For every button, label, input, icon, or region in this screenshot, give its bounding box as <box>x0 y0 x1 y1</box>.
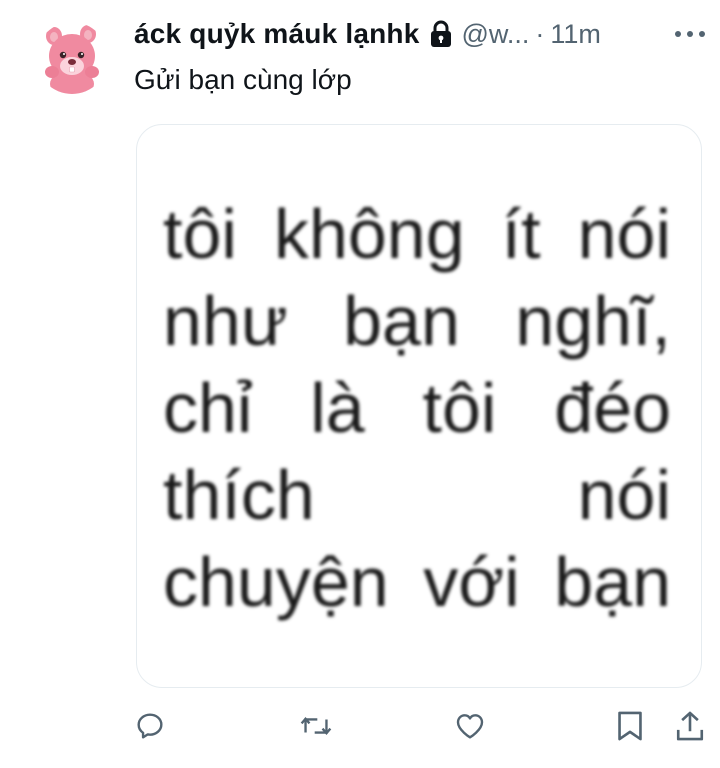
media-text-word: bạn <box>343 282 460 360</box>
media-text-word: nói <box>577 456 671 534</box>
media-text-line: như bạn nghĩ, <box>163 278 671 365</box>
action-bar <box>0 706 720 754</box>
media-text-word: ít <box>501 195 541 273</box>
media-text-word: đéo <box>554 369 671 447</box>
media-text-line: thích nói <box>163 452 671 539</box>
reply-icon <box>137 713 163 739</box>
display-name[interactable]: áck quỷk máuk lạnhk <box>134 18 419 50</box>
media-text-word: chuyện <box>163 543 389 621</box>
media-text-word: là <box>310 369 365 447</box>
pink-beaver-avatar-icon <box>36 22 108 94</box>
media-text-word: như <box>163 282 288 360</box>
media-text-word: nghĩ, <box>515 282 671 360</box>
reply-button[interactable] <box>130 706 170 746</box>
media-text-line: chuyện với bạn <box>163 539 671 626</box>
lock-icon <box>429 20 453 48</box>
media-text-word: thích <box>163 456 315 534</box>
bookmark-icon <box>618 711 642 741</box>
media-text-line: chỉ là tôi đéo <box>163 365 671 452</box>
separator-dot: · <box>535 18 545 49</box>
tweet-header: áck quỷk máuk lạnhk @w... · 11m <box>134 14 601 54</box>
timestamp[interactable]: 11m <box>550 19 601 50</box>
retweet-button[interactable] <box>296 706 336 746</box>
tweet[interactable]: áck quỷk máuk lạnhk @w... · 11m Gửi bạn … <box>0 0 720 768</box>
more-icon[interactable] <box>672 24 708 44</box>
media-text-word: nói <box>577 195 671 273</box>
bookmark-button[interactable] <box>610 706 650 746</box>
handle[interactable]: @w... <box>461 19 529 50</box>
media-text-word: không <box>273 195 465 273</box>
media-image-text: tôi không ít nói như bạn nghĩ, chỉ là tôi đéo thích… <box>163 191 671 626</box>
media-text-word: tôi <box>422 369 497 447</box>
media-text-line: tôi không ít nói <box>163 191 671 278</box>
tweet-text: Gửi bạn cùng lớp <box>134 64 352 95</box>
media-text-word: với <box>423 543 520 621</box>
retweet-icon <box>300 716 332 736</box>
media-text-word: chỉ <box>163 369 253 447</box>
media-text-word: bạn <box>554 543 671 621</box>
media-text-word: tôi <box>163 195 237 273</box>
media-image[interactable]: tôi không ít nói như bạn nghĩ, chỉ là tôi đéo thích… <box>136 124 702 688</box>
heart-icon <box>456 714 484 739</box>
share-button[interactable] <box>670 706 710 746</box>
share-icon <box>676 711 704 741</box>
like-button[interactable] <box>450 706 490 746</box>
avatar[interactable] <box>36 22 108 94</box>
